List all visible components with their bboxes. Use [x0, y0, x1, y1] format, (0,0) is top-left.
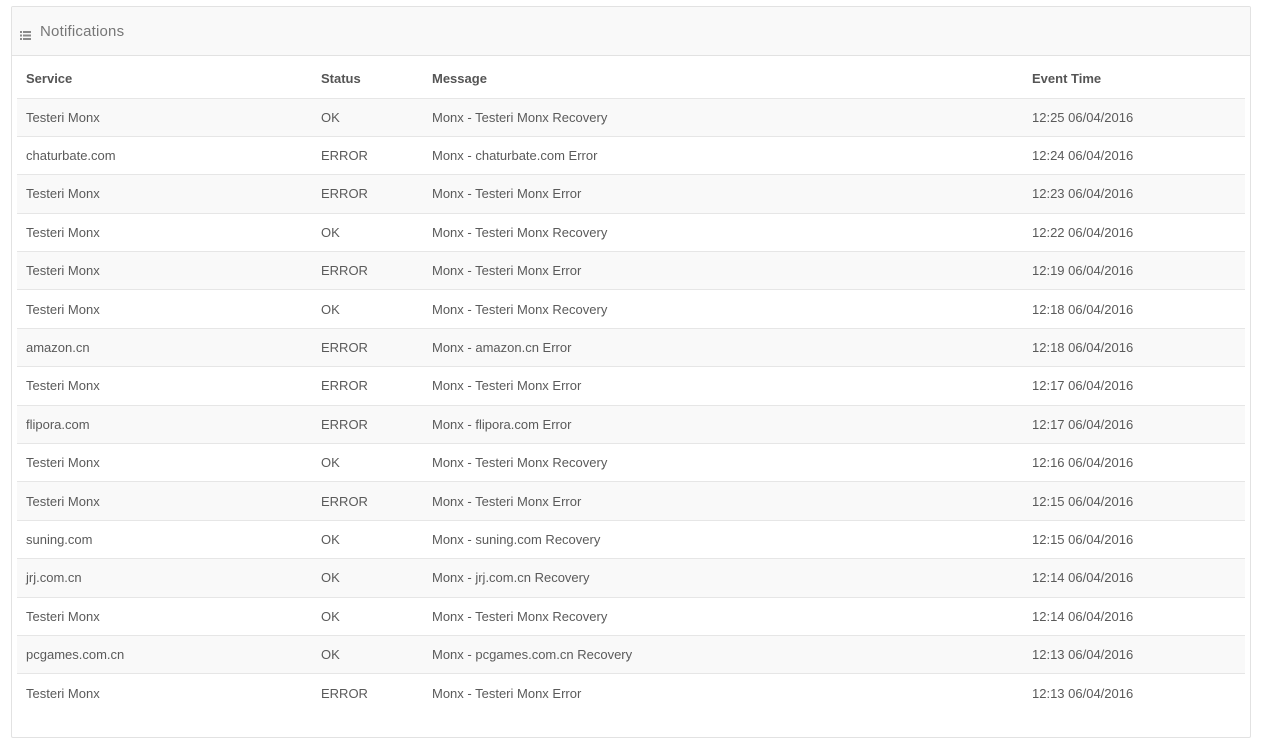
- event-time-cell: 12:14 06/04/2016: [1023, 596, 1245, 636]
- service-cell: Testeri Monx: [17, 673, 312, 713]
- service-cell: Testeri Monx: [17, 251, 312, 290]
- status-cell: OK: [312, 212, 423, 252]
- message-cell: Monx - Testeri Monx Error: [423, 174, 1023, 214]
- event-time-cell: 12:18 06/04/2016: [1023, 289, 1245, 329]
- table-row[interactable]: Testeri Monx OK Monx - Testeri Monx Recove…: [17, 97, 1245, 137]
- table-row[interactable]: Testeri Monx OK Monx - Testeri Monx Recove…: [17, 443, 1245, 482]
- message-cell: Monx - Testeri Monx Error: [423, 366, 1023, 406]
- service-cell: Testeri Monx: [17, 97, 312, 137]
- table-row[interactable]: Testeri Monx OK Monx - Testeri Monx Recove…: [17, 289, 1245, 329]
- table-row[interactable]: pcgames.com.cn OK Monx - pcgames.com.cn Re…: [17, 634, 1245, 674]
- status-cell: ERROR: [312, 481, 423, 521]
- event-time-cell: 12:15 06/04/2016: [1023, 481, 1245, 521]
- table-row[interactable]: jrj.com.cn OK Monx - jrj.com.cn Recovery 12…: [17, 558, 1245, 598]
- service-cell: Testeri Monx: [17, 596, 312, 636]
- table-row[interactable]: Testeri Monx ERROR Monx - Testeri Monx Err…: [17, 481, 1245, 521]
- event-time-cell: 12:19 06/04/2016: [1023, 251, 1245, 290]
- table-header-row: Service Status Message Event Time: [17, 56, 1245, 99]
- service-cell: flipora.com: [17, 404, 312, 444]
- service-cell: chaturbate.com: [17, 135, 312, 175]
- status-cell: ERROR: [312, 251, 423, 290]
- status-cell: ERROR: [312, 327, 423, 367]
- table-row[interactable]: Testeri Monx ERROR Monx - Testeri Monx Err…: [17, 174, 1245, 214]
- message-cell: Monx - Testeri Monx Recovery: [423, 443, 1023, 482]
- message-cell: Monx - Testeri Monx Recovery: [423, 289, 1023, 329]
- event-time-cell: 12:14 06/04/2016: [1023, 558, 1245, 598]
- status-cell: OK: [312, 443, 423, 482]
- table-row[interactable]: suning.com OK Monx - suning.com Recovery 12…: [17, 519, 1245, 559]
- message-cell: Monx - flipora.com Error: [423, 404, 1023, 444]
- event-time-cell: 12:23 06/04/2016: [1023, 174, 1245, 214]
- status-cell: ERROR: [312, 366, 423, 406]
- event-time-cell: 12:13 06/04/2016: [1023, 673, 1245, 713]
- message-cell: Monx - Testeri Monx Error: [423, 481, 1023, 521]
- table-row[interactable]: Testeri Monx OK Monx - Testeri Monx Recove…: [17, 212, 1245, 252]
- table-row[interactable]: Testeri Monx OK Monx - Testeri Monx Recove…: [17, 596, 1245, 636]
- event-time-cell: 12:22 06/04/2016: [1023, 212, 1245, 252]
- message-cell: Monx - Testeri Monx Recovery: [423, 212, 1023, 252]
- message-cell: Monx - Testeri Monx Error: [423, 673, 1023, 713]
- table-row[interactable]: Testeri Monx ERROR Monx - Testeri Monx Err…: [17, 673, 1245, 713]
- panel-title: Notifications: [40, 22, 125, 40]
- message-cell: Monx - chaturbate.com Error: [423, 135, 1023, 175]
- service-cell: Testeri Monx: [17, 481, 312, 521]
- service-cell: Testeri Monx: [17, 443, 312, 482]
- table-row[interactable]: flipora.com ERROR Monx - flipora.com Error…: [17, 404, 1245, 444]
- status-cell: OK: [312, 289, 423, 329]
- status-cell: OK: [312, 97, 423, 137]
- status-cell: OK: [312, 558, 423, 598]
- panel-header: Notifications: [12, 7, 1250, 56]
- table-row[interactable]: chaturbate.com ERROR Monx - chaturbate.com…: [17, 135, 1245, 175]
- message-cell: Monx - Testeri Monx Error: [423, 251, 1023, 290]
- notifications-table: Service Status Message Event Time Tester…: [17, 56, 1245, 713]
- status-cell: ERROR: [312, 673, 423, 713]
- service-cell: jrj.com.cn: [17, 558, 312, 598]
- service-cell: Testeri Monx: [17, 366, 312, 406]
- service-cell: amazon.cn: [17, 327, 312, 367]
- event-time-cell: 12:17 06/04/2016: [1023, 404, 1245, 444]
- event-time-cell: 12:15 06/04/2016: [1023, 519, 1245, 559]
- notifications-panel: Notifications Service Status Message Eve…: [11, 6, 1251, 738]
- message-cell: Monx - pcgames.com.cn Recovery: [423, 634, 1023, 674]
- column-header-status[interactable]: Status: [312, 56, 423, 99]
- status-cell: ERROR: [312, 174, 423, 214]
- service-cell: suning.com: [17, 519, 312, 559]
- service-cell: Testeri Monx: [17, 289, 312, 329]
- message-cell: Monx - jrj.com.cn Recovery: [423, 558, 1023, 598]
- table-row[interactable]: Testeri Monx ERROR Monx - Testeri Monx Err…: [17, 251, 1245, 290]
- event-time-cell: 12:16 06/04/2016: [1023, 443, 1245, 482]
- message-cell: Monx - amazon.cn Error: [423, 327, 1023, 367]
- message-cell: Monx - Testeri Monx Recovery: [423, 596, 1023, 636]
- column-header-service[interactable]: Service: [17, 56, 312, 99]
- status-cell: OK: [312, 634, 423, 674]
- event-time-cell: 12:25 06/04/2016: [1023, 97, 1245, 137]
- column-header-message[interactable]: Message: [423, 56, 1023, 99]
- status-cell: OK: [312, 596, 423, 636]
- list-icon: [20, 27, 31, 40]
- status-cell: ERROR: [312, 135, 423, 175]
- service-cell: pcgames.com.cn: [17, 634, 312, 674]
- service-cell: Testeri Monx: [17, 174, 312, 214]
- event-time-cell: 12:18 06/04/2016: [1023, 327, 1245, 367]
- event-time-cell: 12:24 06/04/2016: [1023, 135, 1245, 175]
- message-cell: Monx - Testeri Monx Recovery: [423, 97, 1023, 137]
- column-header-event-time[interactable]: Event Time: [1023, 56, 1245, 99]
- status-cell: OK: [312, 519, 423, 559]
- event-time-cell: 12:17 06/04/2016: [1023, 366, 1245, 406]
- message-cell: Monx - suning.com Recovery: [423, 519, 1023, 559]
- table-row[interactable]: Testeri Monx ERROR Monx - Testeri Monx Err…: [17, 366, 1245, 406]
- table-row[interactable]: amazon.cn ERROR Monx - amazon.cn Error 12:1…: [17, 327, 1245, 367]
- service-cell: Testeri Monx: [17, 212, 312, 252]
- event-time-cell: 12:13 06/04/2016: [1023, 634, 1245, 674]
- status-cell: ERROR: [312, 404, 423, 444]
